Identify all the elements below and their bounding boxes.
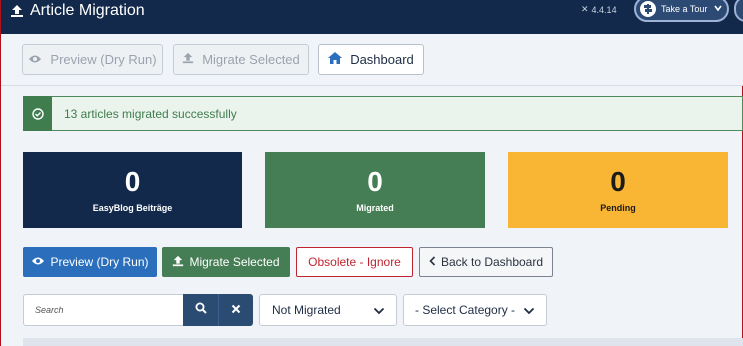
back-to-dashboard-button[interactable]: Back to Dashboard xyxy=(419,247,553,277)
eye-icon xyxy=(31,255,45,269)
toolbar-migrate-label: Migrate Selected xyxy=(202,52,300,67)
eye-icon xyxy=(28,52,42,67)
obsolete-ignore-button[interactable]: Obsolete - Ignore xyxy=(296,247,413,277)
signpost-icon xyxy=(640,1,656,17)
stat-card-migrated: 0 Migrated xyxy=(265,152,485,228)
alert-message: 13 articles migrated successfully xyxy=(64,106,237,121)
toolbar-dashboard-label: Dashboard xyxy=(350,52,414,67)
search-input[interactable] xyxy=(23,294,183,326)
close-icon xyxy=(231,301,241,319)
upload-icon xyxy=(10,4,24,18)
check-circle-icon xyxy=(23,96,52,131)
stat-label: EasyBlog Beiträge xyxy=(92,203,173,213)
take-a-tour-button[interactable]: Take a Tour xyxy=(634,0,729,22)
joomla-icon: ✕ xyxy=(581,4,589,14)
toolbar: Preview (Dry Run) Migrate Selected Dashb… xyxy=(1,34,743,86)
version-text: 4.4.14 xyxy=(591,4,617,15)
upload-icon xyxy=(182,52,194,67)
user-menu-button[interactable] xyxy=(734,0,743,22)
chevron-down-icon xyxy=(373,305,385,319)
toolbar-preview-button[interactable]: Preview (Dry Run) xyxy=(22,44,163,75)
upload-icon xyxy=(172,255,184,270)
category-filter-value: - Select Category - xyxy=(415,303,516,317)
page-title: Article Migration xyxy=(30,2,145,19)
category-filter-select[interactable]: - Select Category - xyxy=(403,294,547,326)
search-group xyxy=(23,294,253,326)
stat-label: Pending xyxy=(600,203,636,213)
migrate-selected-button[interactable]: Migrate Selected xyxy=(162,247,290,277)
back-label: Back to Dashboard xyxy=(440,255,544,269)
toolbar-dashboard-button[interactable]: Dashboard xyxy=(318,44,424,75)
status-filter-value: Not Migrated xyxy=(272,303,341,317)
home-icon xyxy=(328,52,343,67)
preview-dry-run-button[interactable]: Preview (Dry Run) xyxy=(23,247,157,277)
stat-value: 0 xyxy=(610,166,626,197)
chevron-down-icon xyxy=(523,305,535,319)
stat-value: 0 xyxy=(124,166,141,197)
stat-card-pending: 0 Pending xyxy=(508,152,728,228)
preview-label: Preview (Dry Run) xyxy=(50,255,149,269)
search-button[interactable] xyxy=(183,294,218,326)
obsolete-label: Obsolete - Ignore xyxy=(308,255,401,269)
success-alert: 13 articles migrated successfully xyxy=(23,96,743,131)
table-header-strip xyxy=(23,338,743,346)
version-badge: ✕ 4.4.14 xyxy=(581,4,617,15)
top-bar: Article Migration ✕ 4.4.14 Take a Tour xyxy=(1,0,743,34)
migrate-label: Migrate Selected xyxy=(189,255,280,269)
status-filter-select[interactable]: Not Migrated xyxy=(259,294,397,326)
chevron-left-icon xyxy=(429,255,436,269)
tour-label: Take a Tour xyxy=(661,4,708,14)
stat-card-easyblog: 0 EasyBlog Beiträge xyxy=(23,152,242,228)
search-icon xyxy=(195,301,207,319)
title-area: Article Migration xyxy=(10,0,145,22)
stat-label: Migrated xyxy=(356,203,394,213)
toolbar-preview-label: Preview (Dry Run) xyxy=(50,52,157,67)
chevron-down-icon xyxy=(714,4,723,14)
clear-search-button[interactable] xyxy=(218,294,253,326)
toolbar-migrate-button[interactable]: Migrate Selected xyxy=(173,44,309,75)
stat-value: 0 xyxy=(367,166,383,197)
